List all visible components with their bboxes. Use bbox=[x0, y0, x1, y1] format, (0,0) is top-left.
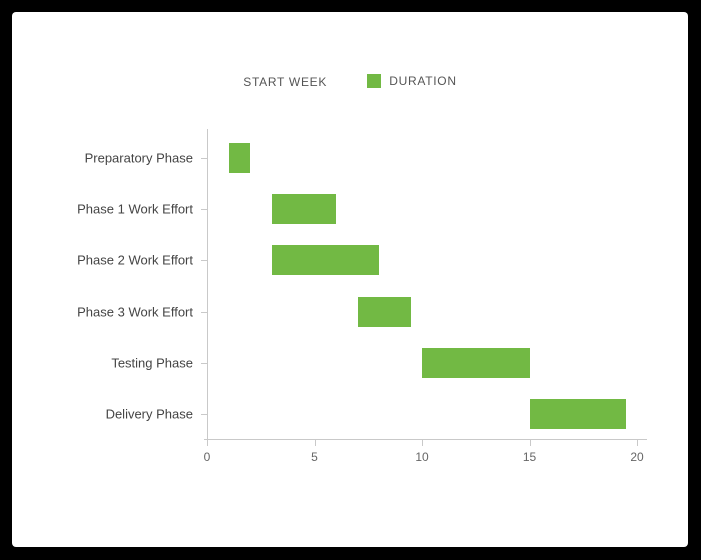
y-tick-label: Testing Phase bbox=[111, 356, 207, 371]
y-tick-label: Phase 3 Work Effort bbox=[77, 304, 207, 319]
legend-label-start-week: START WEEK bbox=[243, 75, 327, 89]
x-tick-label: 20 bbox=[630, 450, 643, 464]
x-tick-label: 10 bbox=[415, 450, 428, 464]
x-tick-mark bbox=[530, 440, 531, 446]
legend-item-duration: DURATION bbox=[367, 74, 457, 89]
legend-item-start-week: START WEEK bbox=[243, 75, 327, 89]
x-tick-mark bbox=[637, 440, 638, 446]
plot-area: 05101520Preparatory PhasePhase 1 Work Ef… bbox=[207, 132, 637, 440]
x-tick-label: 5 bbox=[311, 450, 318, 464]
chart-row: Phase 3 Work Effort bbox=[207, 297, 637, 327]
chart-row: Phase 2 Work Effort bbox=[207, 245, 637, 275]
y-tick-label: Preparatory Phase bbox=[85, 150, 207, 165]
x-axis bbox=[204, 439, 647, 440]
chart-row: Preparatory Phase bbox=[207, 143, 637, 173]
chart-card: START WEEK DURATION 05101520Preparatory … bbox=[12, 12, 688, 547]
legend-swatch-duration bbox=[367, 74, 381, 88]
bar-duration bbox=[422, 348, 530, 378]
bar-duration bbox=[358, 297, 412, 327]
y-tick-label: Phase 2 Work Effort bbox=[77, 253, 207, 268]
app-frame: START WEEK DURATION 05101520Preparatory … bbox=[0, 0, 701, 560]
bar-duration bbox=[272, 245, 380, 275]
y-tick-label: Phase 1 Work Effort bbox=[77, 202, 207, 217]
legend-label-duration: DURATION bbox=[389, 74, 457, 88]
chart-row: Testing Phase bbox=[207, 348, 637, 378]
x-tick-label: 15 bbox=[523, 450, 536, 464]
x-tick-label: 0 bbox=[204, 450, 211, 464]
y-tick-label: Delivery Phase bbox=[106, 407, 207, 422]
chart-row: Phase 1 Work Effort bbox=[207, 194, 637, 224]
bar-duration bbox=[272, 194, 337, 224]
chart-row: Delivery Phase bbox=[207, 399, 637, 429]
x-tick-mark bbox=[315, 440, 316, 446]
bar-duration bbox=[530, 399, 627, 429]
x-tick-mark bbox=[207, 440, 208, 446]
legend: START WEEK DURATION bbox=[12, 74, 688, 89]
bar-duration bbox=[229, 143, 251, 173]
x-tick-mark bbox=[422, 440, 423, 446]
y-axis bbox=[207, 129, 208, 443]
